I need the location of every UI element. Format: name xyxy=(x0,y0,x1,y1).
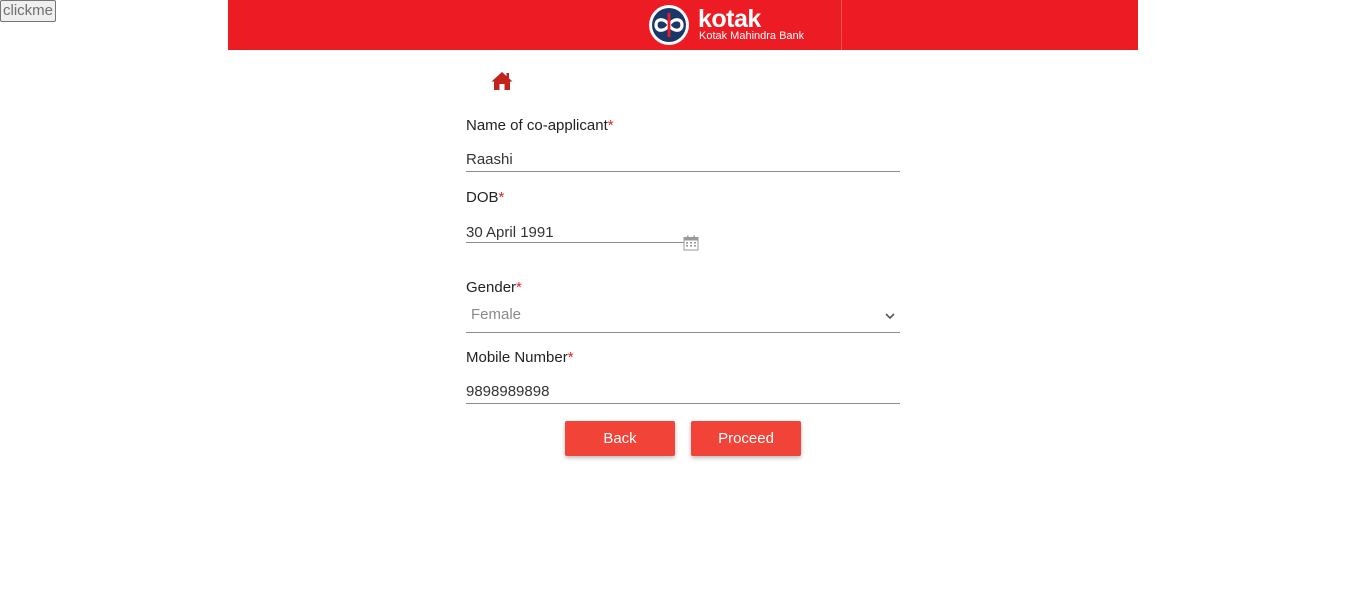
dob-label-text: DOB xyxy=(466,189,499,206)
mobile-number-input[interactable] xyxy=(466,380,900,404)
gender-selected-value: Female xyxy=(471,306,522,323)
header-divider xyxy=(841,0,842,50)
mobile-number-label-text: Mobile Number xyxy=(466,349,568,366)
clickme-button[interactable]: clickme xyxy=(0,0,57,22)
gender-label-text: Gender xyxy=(466,279,517,296)
co-applicant-name-input[interactable] xyxy=(466,148,900,172)
dob-input[interactable] xyxy=(466,222,684,243)
chevron-down-icon xyxy=(885,313,895,320)
required-mark: * xyxy=(567,349,574,366)
kotak-logo-icon xyxy=(649,5,689,45)
back-button[interactable]: Back xyxy=(565,421,675,456)
home-icon[interactable] xyxy=(490,69,514,93)
calendar-icon[interactable] xyxy=(683,235,699,251)
brand-name: kotak xyxy=(698,5,761,33)
proceed-button[interactable]: Proceed xyxy=(691,421,801,456)
dob-label: DOB* xyxy=(466,189,504,207)
required-mark: * xyxy=(498,189,505,206)
co-applicant-name-label: Name of co-applicant* xyxy=(466,117,614,135)
co-applicant-name-label-text: Name of co-applicant xyxy=(466,117,608,134)
mobile-number-label: Mobile Number* xyxy=(466,349,574,367)
header-bar: kotak Kotak Mahindra Bank xyxy=(228,0,1138,50)
brand-subtitle: Kotak Mahindra Bank xyxy=(699,30,805,42)
required-mark: * xyxy=(607,117,614,134)
gender-select[interactable]: Female xyxy=(466,303,900,333)
required-mark: * xyxy=(516,279,522,296)
gender-label: Gender* xyxy=(466,279,522,297)
